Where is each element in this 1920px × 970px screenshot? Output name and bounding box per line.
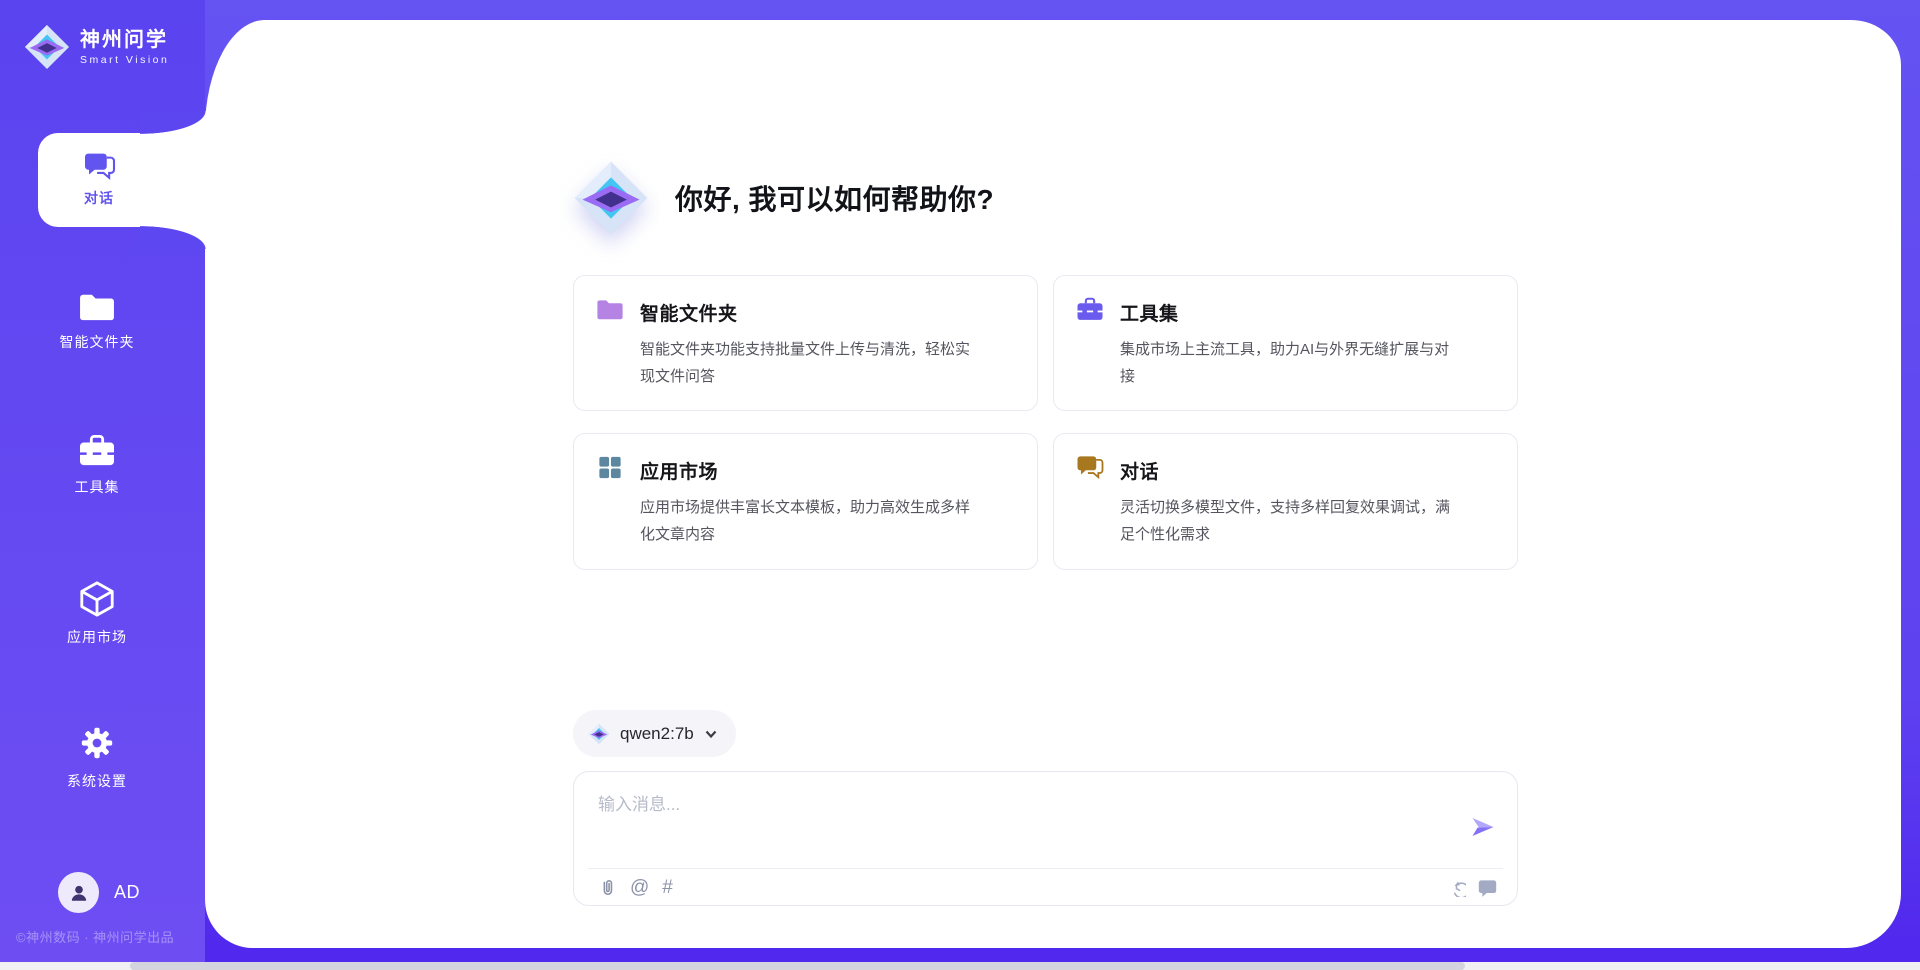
toolbox-icon [78,434,116,468]
user-name: AD [114,882,140,903]
feature-card-chat[interactable]: 对话 灵活切换多模型文件，支持多样回复效果调试，满足个性化需求 [1053,433,1518,569]
chat-icon [83,152,116,181]
main-panel: 你好, 我可以如何帮助你? 智能文件夹 智能文件夹功能支持批量文件上传与清洗，轻… [205,20,1901,948]
brand-gem-icon [588,723,610,745]
sidebar-item-chat[interactable]: 对话 [38,133,207,227]
quick-reply-button[interactable] [1478,878,1497,897]
user-profile[interactable]: AD [58,872,140,913]
horizontal-scrollbar [0,962,1920,970]
model-name: qwen2:7b [620,724,694,744]
model-selector[interactable]: qwen2:7b [573,710,736,757]
card-description: 应用市场提供丰富长文本模板，助力高效生成多样化文章内容 [640,495,972,548]
person-icon [68,882,90,904]
sidebar-item-label: 应用市场 [67,627,127,647]
send-button[interactable] [1469,814,1499,842]
card-description: 智能文件夹功能支持批量文件上传与清洗，轻松实现文件问答 [640,337,972,390]
send-icon [1469,814,1497,840]
sidebar-item-folders[interactable]: 智能文件夹 [17,291,177,352]
horizontal-scrollbar-thumb[interactable] [130,962,1465,970]
avatar [58,872,99,913]
card-description: 集成市场上主流工具，助力AI与外界无缝扩展与对接 [1120,337,1452,390]
chat-icon [1076,455,1104,485]
sidebar-item-label: 对话 [84,188,114,208]
history-icon [1447,878,1466,897]
sidebar-item-label: 工具集 [75,477,120,497]
chevron-down-icon [704,727,718,741]
history-button[interactable] [1447,878,1466,897]
sidebar-item-label: 系统设置 [67,771,127,791]
topic-button[interactable]: # [662,878,673,897]
footer-credit: ©神州数码 · 神州问学出品 [16,927,174,946]
tab-curve-top [140,111,206,134]
card-description: 灵活切换多模型文件，支持多样回复效果调试，满足个性化需求 [1120,495,1452,548]
card-title: 应用市场 [640,457,718,484]
tab-curve-bottom [140,226,206,249]
sidebar-item-label: 智能文件夹 [60,332,135,352]
toolbox-icon [1076,297,1104,327]
greeting-block: 你好, 我可以如何帮助你? [573,160,994,236]
paperclip-icon [598,878,617,897]
grid-icon [596,455,624,485]
app-window: 神州问学 Smart Vision 智能文件夹 工具集 应用市场 系统设置 AD… [0,0,1920,970]
card-title: 对话 [1120,457,1159,484]
brand-subtitle: Smart Vision [80,54,169,66]
feature-cards: 智能文件夹 智能文件夹功能支持批量文件上传与清洗，轻松实现文件问答 工具集 集成… [573,275,1518,570]
sidebar-item-toolset[interactable]: 工具集 [17,434,177,497]
mention-button[interactable]: @ [630,878,649,897]
brand-gem-icon [573,160,649,236]
chat-bubble-icon [1478,878,1497,897]
feature-card-folders[interactable]: 智能文件夹 智能文件夹功能支持批量文件上传与清洗，轻松实现文件问答 [573,275,1038,411]
folder-icon [78,291,116,323]
feature-card-app-market[interactable]: 应用市场 应用市场提供丰富长文本模板，助力高效生成多样化文章内容 [573,433,1038,569]
message-composer: @ # [573,771,1518,906]
gear-icon [78,724,116,762]
brand-gem-icon [24,24,70,70]
card-title: 工具集 [1120,299,1179,326]
folder-icon [596,297,624,327]
feature-card-toolset[interactable]: 工具集 集成市场上主流工具，助力AI与外界无缝扩展与对接 [1053,275,1518,411]
page-greeting: 你好, 我可以如何帮助你? [675,178,994,218]
cube-icon [78,580,116,618]
sidebar-item-settings[interactable]: 系统设置 [17,724,177,791]
message-input[interactable] [574,772,1404,864]
brand-title: 神州问学 [80,29,169,52]
attach-button[interactable] [598,878,617,897]
brand-logo: 神州问学 Smart Vision [24,24,169,70]
sidebar-item-app-market[interactable]: 应用市场 [17,580,177,647]
card-title: 智能文件夹 [640,299,738,326]
